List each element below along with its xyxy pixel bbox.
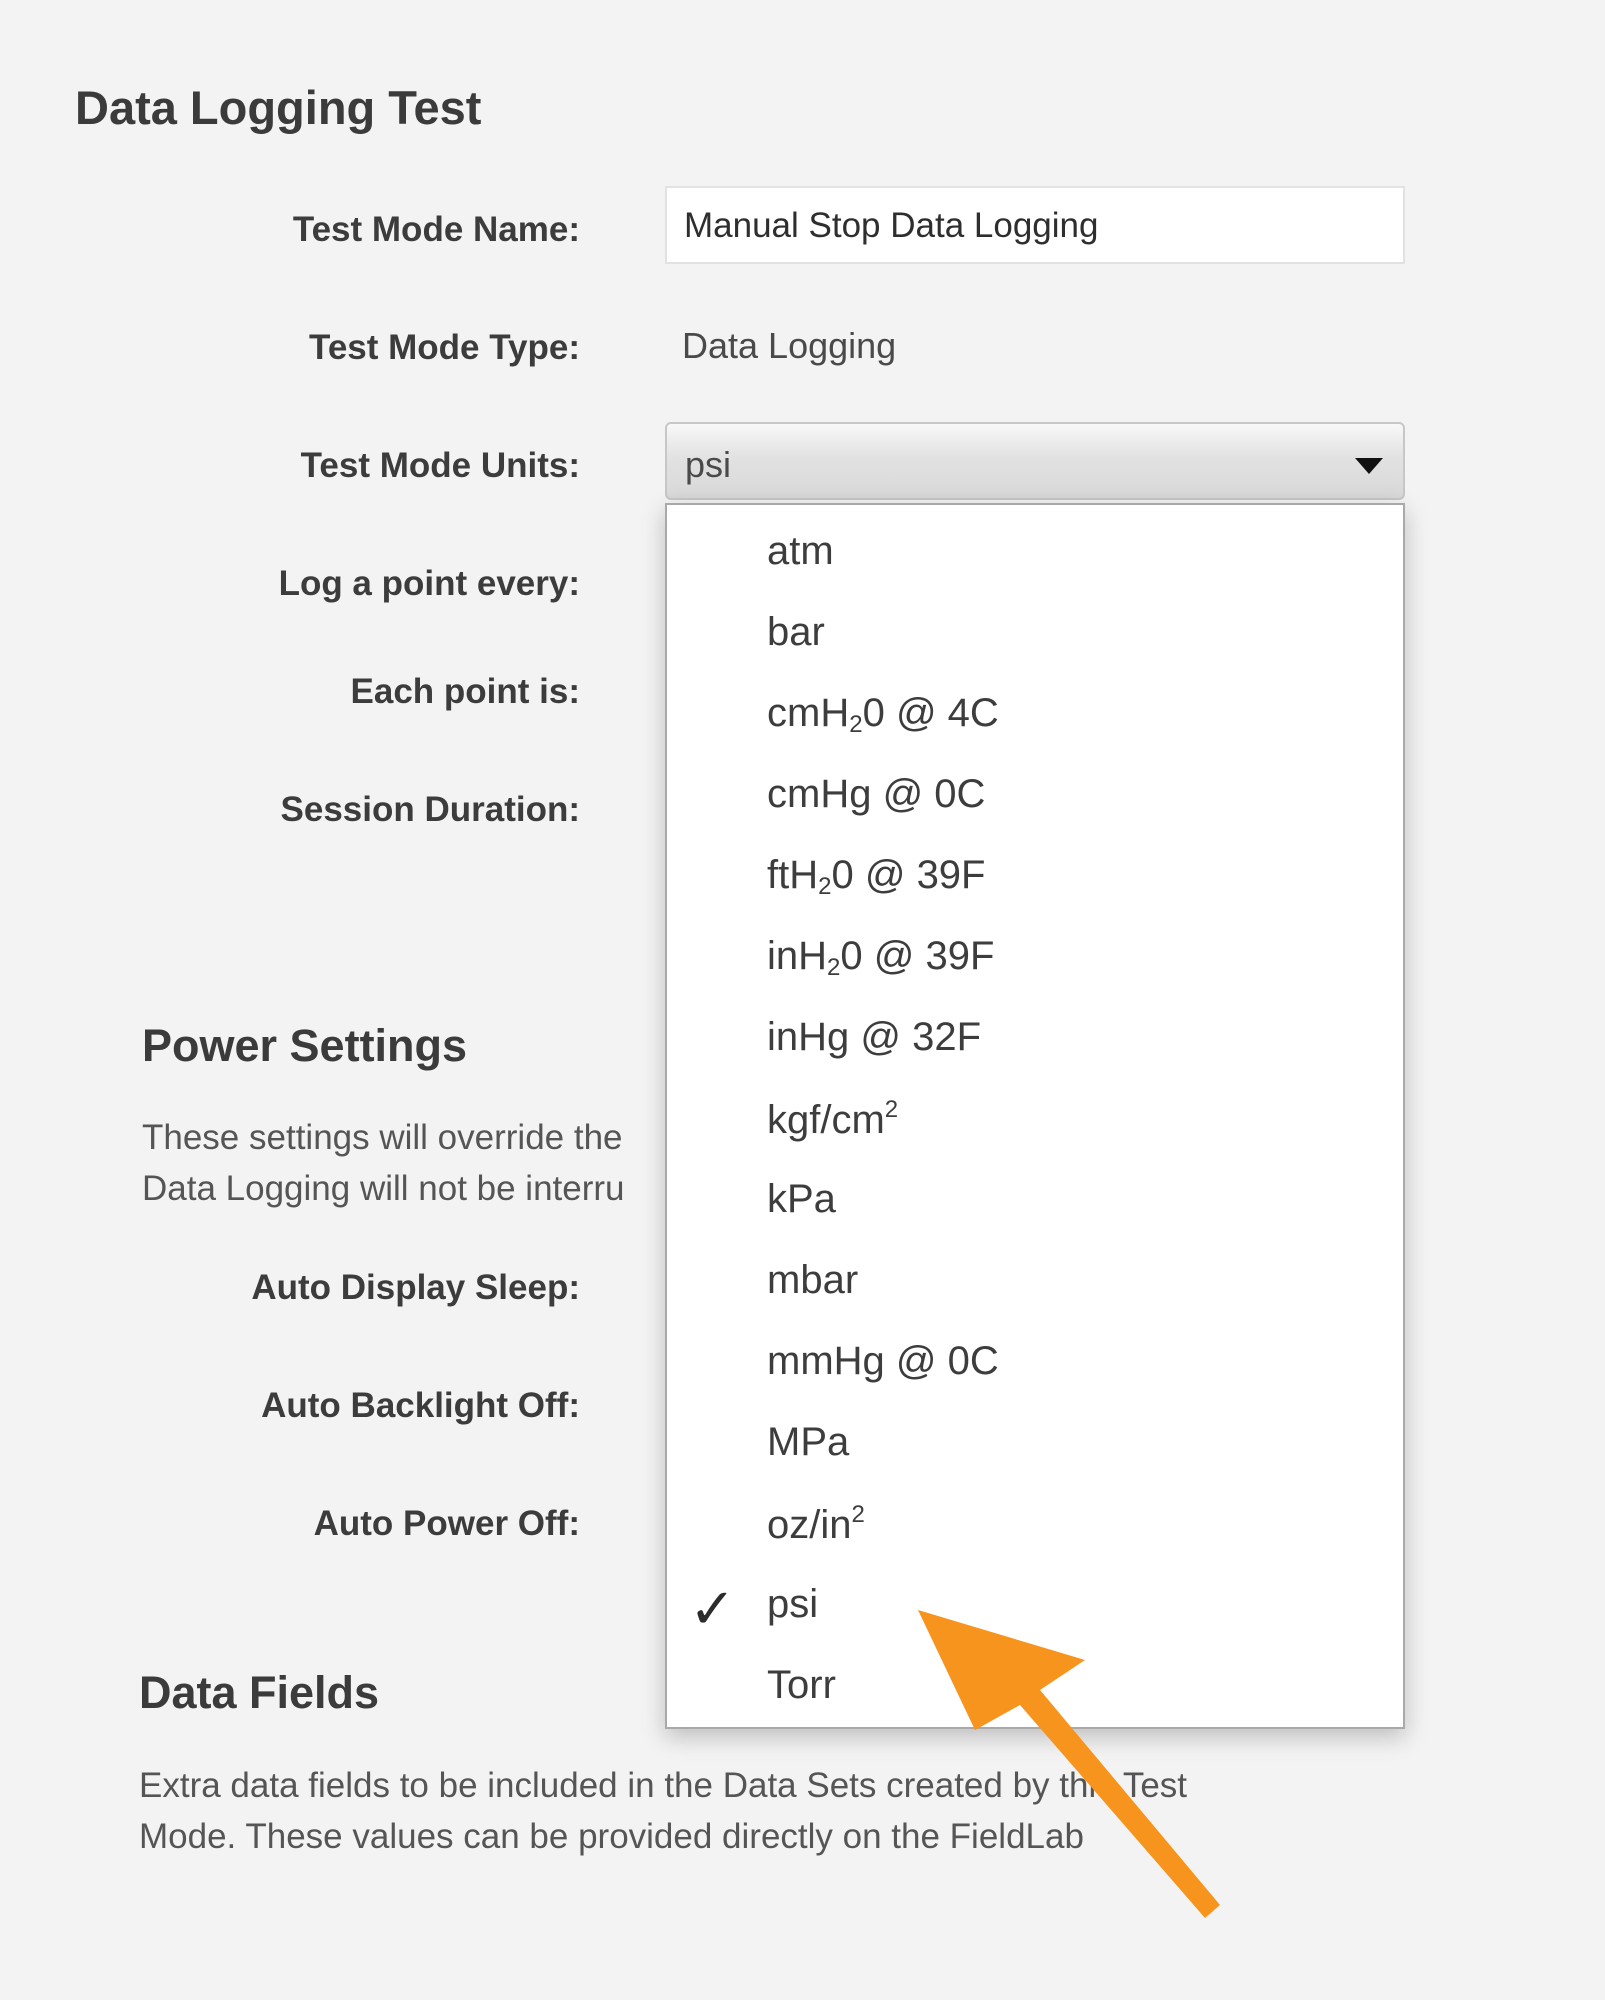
unit-option-inh2o[interactable]: inH20 @ 39F bbox=[667, 920, 1403, 1001]
units-dropdown-list: atm bar cmH20 @ 4C cmHg @ 0C ftH20 @ 39F inH2… bbox=[665, 503, 1405, 1729]
unit-option-label: mbar bbox=[767, 1258, 859, 1302]
unit-option-psi[interactable]: ✓ psi bbox=[667, 1568, 1403, 1649]
test-mode-units-label: Test Mode Units: bbox=[300, 446, 580, 485]
auto-power-off-label: Auto Power Off: bbox=[313, 1504, 580, 1543]
data-fields-description-line1: Extra data fields to be included in the … bbox=[139, 1766, 1188, 1805]
unit-option-kgfcm2[interactable]: kgf/cm2 bbox=[667, 1082, 1403, 1163]
unit-option-ozin2[interactable]: oz/in2 bbox=[667, 1487, 1403, 1568]
unit-option-label: Torr bbox=[767, 1663, 836, 1707]
unit-option-mmhg[interactable]: mmHg @ 0C bbox=[667, 1325, 1403, 1406]
unit-option-label: psi bbox=[767, 1582, 819, 1626]
unit-option-label: bar bbox=[767, 610, 825, 654]
unit-option-kpa[interactable]: kPa bbox=[667, 1163, 1403, 1244]
test-mode-name-label: Test Mode Name: bbox=[292, 210, 580, 249]
unit-option-label-suffix: 0 @ 39F bbox=[840, 934, 995, 978]
test-mode-units-selected: psi bbox=[685, 444, 732, 485]
unit-option-label: atm bbox=[767, 529, 834, 573]
unit-option-label: ftH20 @ 39F bbox=[767, 853, 986, 901]
unit-option-mbar[interactable]: mbar bbox=[667, 1244, 1403, 1325]
unit-option-label: kgf/cm2 bbox=[767, 1096, 898, 1143]
unit-option-label: MPa bbox=[767, 1420, 850, 1464]
unit-option-label-subscript: 2 bbox=[849, 711, 863, 738]
page-title: Data Logging Test bbox=[75, 81, 482, 134]
each-point-is-label: Each point is: bbox=[350, 672, 580, 711]
checkmark-icon: ✓ bbox=[689, 1577, 736, 1640]
unit-option-label: cmH20 @ 4C bbox=[767, 691, 999, 739]
test-mode-type-value: Data Logging bbox=[682, 325, 897, 366]
unit-option-fth2o[interactable]: ftH20 @ 39F bbox=[667, 839, 1403, 920]
power-settings-title: Power Settings bbox=[142, 1020, 468, 1071]
test-mode-type-label: Test Mode Type: bbox=[309, 328, 580, 367]
unit-option-label: cmHg @ 0C bbox=[767, 772, 986, 816]
unit-option-inhg[interactable]: inHg @ 32F bbox=[667, 1001, 1403, 1082]
unit-option-label-suffix: 0 @ 4C bbox=[862, 691, 999, 735]
unit-option-label: mmHg @ 0C bbox=[767, 1339, 999, 1383]
unit-option-label: inHg @ 32F bbox=[767, 1015, 982, 1059]
data-fields-title: Data Fields bbox=[139, 1667, 380, 1718]
unit-option-label-superscript: 2 bbox=[851, 1501, 865, 1528]
session-duration-label: Session Duration: bbox=[280, 790, 580, 829]
data-fields-description-line2: Mode. These values can be provided direc… bbox=[139, 1817, 1084, 1856]
unit-option-label: oz/in2 bbox=[767, 1501, 865, 1548]
test-mode-units-select[interactable]: psi bbox=[665, 422, 1405, 500]
power-settings-description-line2: Data Logging will not be interru bbox=[142, 1169, 625, 1208]
chevron-down-icon bbox=[1355, 458, 1383, 474]
unit-option-label-subscript: 2 bbox=[827, 954, 841, 981]
unit-option-label-main: inH bbox=[767, 934, 828, 978]
power-settings-description-line1: These settings will override the bbox=[142, 1118, 623, 1157]
unit-option-torr[interactable]: Torr bbox=[667, 1649, 1403, 1730]
auto-backlight-off-label: Auto Backlight Off: bbox=[261, 1386, 580, 1425]
unit-option-cmh2o[interactable]: cmH20 @ 4C bbox=[667, 677, 1403, 758]
unit-option-cmhg[interactable]: cmHg @ 0C bbox=[667, 758, 1403, 839]
unit-option-label-subscript: 2 bbox=[818, 873, 832, 900]
unit-option-mpa[interactable]: MPa bbox=[667, 1406, 1403, 1487]
unit-option-bar[interactable]: bar bbox=[667, 596, 1403, 677]
auto-display-sleep-label: Auto Display Sleep: bbox=[251, 1268, 580, 1307]
unit-option-label-superscript: 2 bbox=[884, 1096, 899, 1123]
data-fields-description: Extra data fields to be included in the … bbox=[139, 1760, 1439, 1862]
unit-option-atm[interactable]: atm bbox=[667, 515, 1403, 596]
unit-option-label: kPa bbox=[767, 1177, 836, 1221]
unit-option-label-main: ftH bbox=[767, 853, 819, 897]
test-mode-name-input[interactable]: Manual Stop Data Logging bbox=[665, 186, 1405, 264]
unit-option-label-main: kgf/cm bbox=[767, 1098, 885, 1142]
unit-option-label: inH20 @ 39F bbox=[767, 934, 994, 982]
log-point-every-label: Log a point every: bbox=[278, 564, 580, 603]
unit-option-label-main: oz/in bbox=[767, 1503, 852, 1547]
power-settings-description: These settings will override the Data Lo… bbox=[142, 1112, 662, 1214]
unit-option-label-main: cmH bbox=[767, 691, 850, 735]
unit-option-label-suffix: 0 @ 39F bbox=[831, 853, 986, 897]
